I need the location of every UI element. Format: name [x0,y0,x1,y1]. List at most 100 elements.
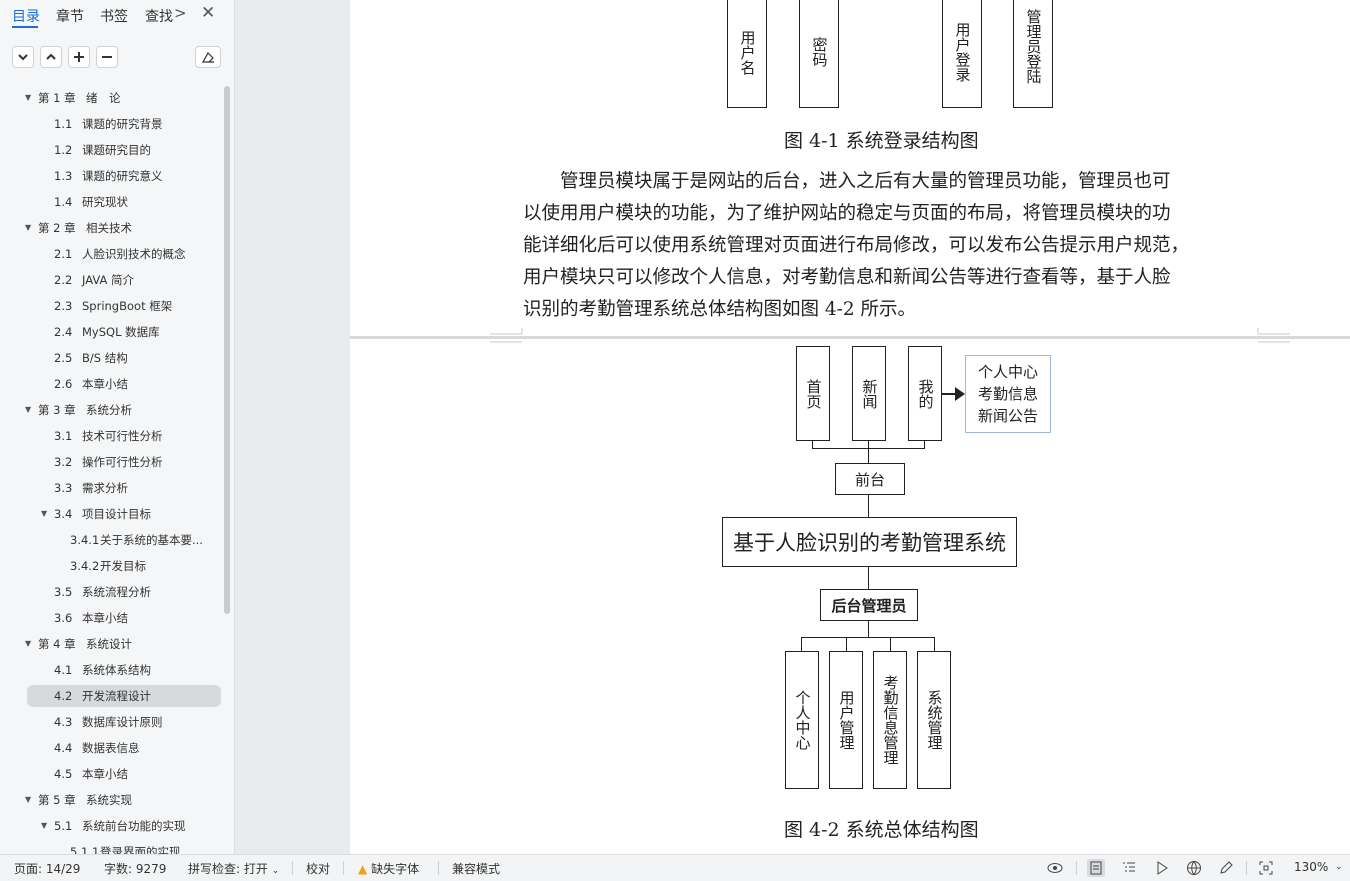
toc-item[interactable]: 3.4.1 关于系统的基本要... [0,529,222,551]
toc-scrollbar[interactable] [224,86,230,614]
toc-item[interactable]: 4.5 本章小结 [0,763,222,785]
remove-heading-button[interactable] [96,46,118,68]
fig1-box-username: 用户名 [727,0,767,108]
chevron-down-icon: ⌄ [271,866,280,876]
clean-toc-button[interactable] [195,46,221,68]
toc-chapter-item[interactable]: ▼ 第 5 章系统实现 [0,789,222,811]
add-heading-button[interactable] [68,46,90,68]
toc-label: SpringBoot 框架 [82,299,173,313]
toc-number: 4.5 [54,767,73,781]
fig2-sub-item: 考勤信息 [977,385,1038,403]
toc-label: 项目设计目标 [82,507,151,521]
tab-bookmarks[interactable]: 书签 [100,6,128,26]
toc-number: 2.6 [54,377,73,391]
toc-item[interactable]: 1.1 课题的研究背景 [0,113,222,135]
connector [868,621,869,637]
missing-font-label: 缺失字体 [371,862,420,876]
collapse-all-button[interactable] [12,46,34,68]
web-view-icon[interactable] [1185,859,1203,877]
toc-item[interactable]: 4.2 开发流程设计 [27,685,221,707]
outline-view-icon[interactable] [1120,859,1138,877]
tab-toc[interactable]: 目录 [12,6,40,26]
toc-item[interactable]: 3.4.2 开发目标 [0,555,222,577]
fig2-box-personal-center: 个人中心 [785,651,819,789]
toc-label: MySQL 数据库 [82,325,160,339]
toc-label: 本章小结 [82,611,128,625]
toc-item[interactable]: 3.2 操作可行性分析 [0,451,222,473]
expand-triangle-icon[interactable]: ▼ [41,503,47,525]
fig2-caption: 图 4-2 系统总体结构图 [784,819,979,841]
proofread-button[interactable]: 校对 [306,860,330,877]
spell-check-toggle[interactable]: 拼写检查: 打开 ⌄ [188,860,279,877]
toc-item[interactable]: 5.1.1 登录界面的实现 [0,841,222,854]
tab-chapters[interactable]: 章节 [56,6,84,26]
toc-item[interactable]: 3.5 系统流程分析 [0,581,222,603]
toc-chapter-item[interactable]: ▼ 第 3 章系统分析 [0,399,222,421]
fig2-box-home: 首页 [796,346,830,441]
fig2-sub-item: 新闻公告 [977,407,1038,425]
chevron-right-icon[interactable]: > [174,4,187,22]
expand-triangle-icon[interactable]: ▼ [25,87,31,109]
toc-number: 2.3 [54,299,73,313]
toc-item[interactable]: 3.3 需求分析 [0,477,222,499]
pen-icon[interactable] [1217,859,1235,877]
page-view-icon[interactable] [1087,859,1105,877]
zoom-level[interactable]: 130% [1294,860,1328,874]
expand-all-button[interactable] [40,46,62,68]
toc-item[interactable]: ▼ 5.1 系统前台功能的实现 [0,815,222,837]
toc-chapter-item[interactable]: ▼ 第 2 章相关技术 [0,217,222,239]
toc-item[interactable]: 2.1 人脸识别技术的概念 [0,243,222,265]
expand-triangle-icon[interactable]: ▼ [25,217,31,239]
expand-triangle-icon[interactable]: ▼ [25,789,31,811]
toc-item[interactable]: 4.3 数据库设计原则 [0,711,222,733]
connector [801,637,802,651]
paragraph-line: 能详细化后可以使用系统管理对页面进行布局修改，可以发布公告提示用户规范， [523,235,1190,256]
tab-find[interactable]: 查找 [145,6,173,26]
toc-label: 研究现状 [82,195,128,209]
toc-item[interactable]: 3.6 本章小结 [0,607,222,629]
connector [890,637,891,651]
compat-mode-label[interactable]: 兼容模式 [452,860,500,877]
page-corner-mark [490,328,523,343]
paragraph-line: 管理员模块属于是网站的后台，进入之后有大量的管理员功能，管理员也可 [560,171,1171,192]
toc-chapter-item[interactable]: ▼ 第 4 章系统设计 [0,633,222,655]
warning-icon: ▲ [358,862,368,876]
expand-triangle-icon[interactable]: ▼ [41,815,47,837]
toc-number: 第 1 章 [38,91,76,105]
separator [1076,861,1077,875]
toc-item[interactable]: 2.3 SpringBoot 框架 [0,295,222,317]
play-icon[interactable] [1153,859,1171,877]
arrow-right-icon [955,387,965,401]
separator [438,861,439,875]
fig1-box-password: 密码 [799,0,839,108]
toc-label: 需求分析 [82,481,128,495]
toc-item[interactable]: 4.1 系统体系结构 [0,659,222,681]
fig2-box-system-mgmt: 系统管理 [917,651,951,789]
fig2-box-frontend: 前台 [835,463,905,495]
toc-label: 本章小结 [82,767,128,781]
toc-chapter-item[interactable]: ▼ 第 1 章绪 论 [0,87,222,109]
toc-item[interactable]: 3.1 技术可行性分析 [0,425,222,447]
page-corner-mark [1257,328,1290,343]
toc-item[interactable]: 2.5 B/S 结构 [0,347,222,369]
toc-item[interactable]: 2.6 本章小结 [0,373,222,395]
toc-item[interactable]: 4.4 数据表信息 [0,737,222,759]
word-count[interactable]: 字数: 9279 [104,860,166,877]
toc-item[interactable]: 1.4 研究现状 [0,191,222,213]
toc-item[interactable]: 2.4 MySQL 数据库 [0,321,222,343]
eye-icon[interactable] [1046,859,1064,877]
missing-font-button[interactable]: ▲ 缺失字体 [358,860,419,877]
expand-triangle-icon[interactable]: ▼ [25,399,31,421]
close-icon[interactable]: ✕ [201,3,215,23]
toc-item[interactable]: 2.2 JAVA 简介 [0,269,222,291]
toc-item[interactable]: ▼ 3.4 项目设计目标 [0,503,222,525]
connector [868,567,869,589]
fit-page-icon[interactable] [1257,859,1275,877]
page-indicator[interactable]: 页面: 14/29 [14,860,80,877]
expand-triangle-icon[interactable]: ▼ [25,633,31,655]
toc-item[interactable]: 1.2 课题研究目的 [0,139,222,161]
toc-label: 系统前台功能的实现 [82,819,186,833]
toc-label: 技术可行性分析 [82,429,163,443]
chevron-down-icon[interactable]: ⌄ [1335,862,1343,872]
toc-item[interactable]: 1.3 课题的研究意义 [0,165,222,187]
